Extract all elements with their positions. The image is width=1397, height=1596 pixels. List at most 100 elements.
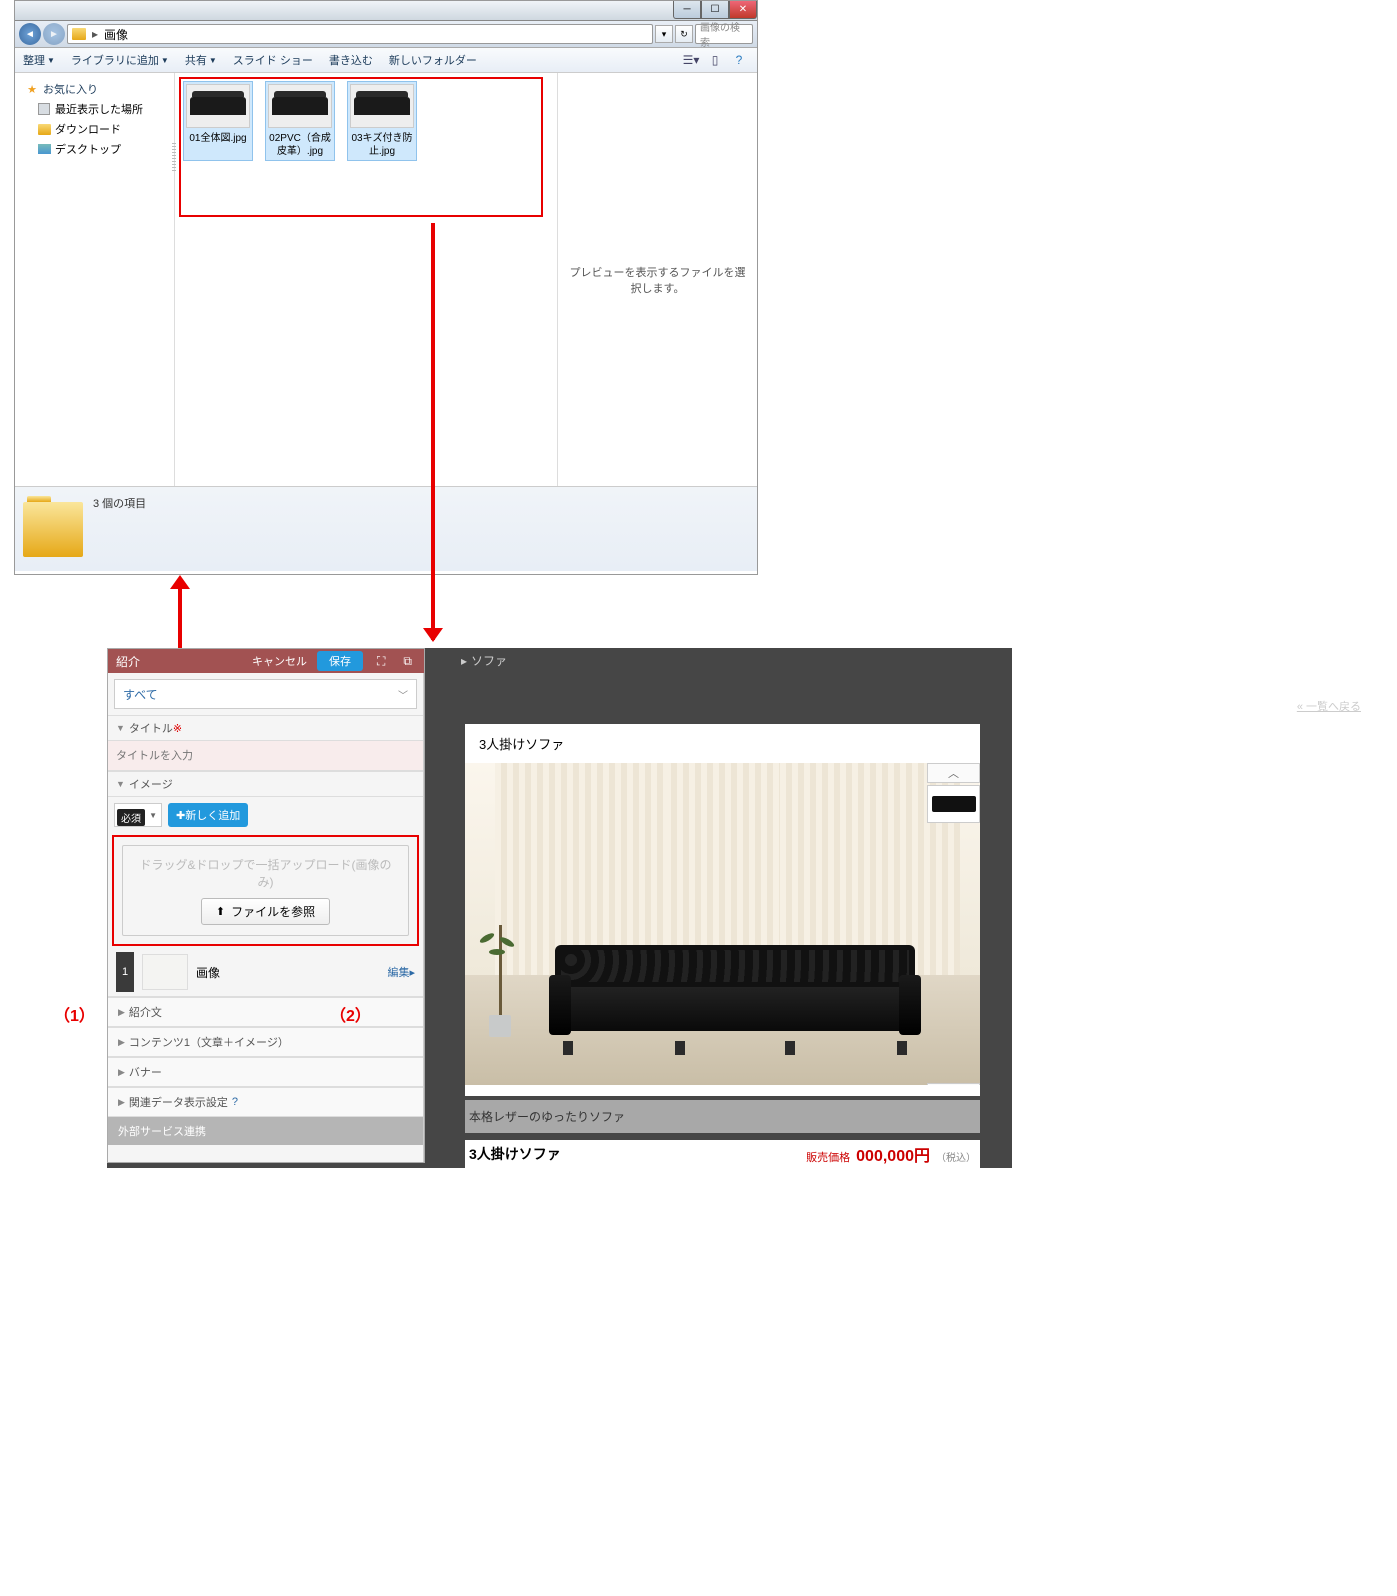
file-item[interactable]: 02PVC（合成皮革）.jpg <box>265 81 335 161</box>
title-section-header[interactable]: ▼ タイトル ※ <box>108 715 423 741</box>
file-thumbnail <box>350 84 414 128</box>
share-menu[interactable]: 共有▼ <box>185 52 217 68</box>
nav-forward-button[interactable]: ► <box>43 23 65 45</box>
browse-files-button[interactable]: ⬆ ファイルを参照 <box>201 898 330 925</box>
preview-pane-button[interactable]: ▯ <box>705 51 725 69</box>
contents1-section[interactable]: ▶コンテンツ1（文章＋イメージ） <box>108 1027 423 1057</box>
cancel-button[interactable]: キャンセル <box>252 653 307 669</box>
help-button[interactable]: ? <box>729 51 749 69</box>
title-input[interactable] <box>108 741 423 771</box>
image-section-header[interactable]: ▼ イメージ <box>108 771 423 797</box>
dropdown-label: すべて <box>123 686 158 703</box>
product-card: 3人掛けソファ ︿ ﹀ <box>465 724 980 1096</box>
image-list-item[interactable]: 1 画像 編集▸ <box>108 948 423 997</box>
nav-back-button[interactable]: ◄ <box>19 23 41 45</box>
item-number: 1 <box>116 952 134 992</box>
sidebar-label: お気に入り <box>43 81 98 97</box>
organize-menu[interactable]: 整理▼ <box>23 52 55 68</box>
refresh-button[interactable]: ↻ <box>675 25 693 43</box>
sidebar-label: デスクトップ <box>55 141 121 157</box>
edit-panel: 紹介 キャンセル 保存 ⛶ ⧉ すべて ﹀ ▼ タイトル ※ ▼ イメージ 画像… <box>107 648 425 1163</box>
filter-dropdown[interactable]: すべて ﹀ <box>114 679 417 709</box>
plant-decoration <box>485 925 515 1045</box>
sidebar-downloads[interactable]: ダウンロード <box>19 119 170 139</box>
sidebar: ★ お気に入り 最近表示した場所 ダウンロード デスクトップ <box>15 73 175 486</box>
triangle-right-icon: ▶ <box>118 1007 125 1018</box>
status-bar: 3 個の項目 <box>15 486 757 571</box>
required-badge: 必須 <box>117 809 145 826</box>
file-item[interactable]: 03キズ付き防止.jpg <box>347 81 417 161</box>
folder-icon <box>37 122 51 136</box>
required-mark: ※ <box>173 722 182 735</box>
related-section[interactable]: ▶関連データ表示設定? <box>108 1087 423 1117</box>
history-dropdown-button[interactable]: ▾ <box>655 25 673 43</box>
edit-link[interactable]: 編集▸ <box>387 964 415 980</box>
triangle-down-icon: ▼ <box>116 723 125 733</box>
file-thumbnail <box>268 84 332 128</box>
chevron-down-icon: ﹀ <box>398 687 408 702</box>
thumb-next-button[interactable]: ﹀ <box>927 1083 980 1085</box>
address-bar: ◄ ► ▸ 画像 ▾ ↻ 画像の検索 <box>15 21 757 48</box>
slideshow-button[interactable]: スライド ショー <box>233 52 313 68</box>
help-icon[interactable]: ? <box>232 1096 238 1108</box>
maximize-button[interactable]: ☐ <box>701 1 729 19</box>
desktop-icon <box>37 142 51 156</box>
price-label: 販売価格 <box>806 1149 850 1165</box>
sidebar-recent[interactable]: 最近表示した場所 <box>19 99 170 119</box>
back-to-list-link[interactable]: « 一覧へ戻る <box>1297 698 1361 714</box>
titlebar: ─ ☐ ✕ <box>15 1 757 21</box>
arrow-down-icon <box>423 628 443 642</box>
folder-icon <box>72 28 86 40</box>
sidebar-label: 最近表示した場所 <box>55 101 143 117</box>
product-row: 3人掛けソファ 販売価格 000,000円 （税込） <box>465 1140 980 1168</box>
annotation-box: ドラッグ&ドロップで一括アップロード(画像のみ) ⬆ ファイルを参照 <box>112 835 419 946</box>
file-name: 03キズ付き防止.jpg <box>350 132 414 158</box>
new-folder-button[interactable]: 新しいフォルダー <box>389 52 477 68</box>
annotation-1: （1） <box>54 1002 95 1026</box>
dropzone-text: ドラッグ&ドロップで一括アップロード(画像のみ) <box>133 856 398 890</box>
explorer-window: ─ ☐ ✕ ◄ ► ▸ 画像 ▾ ↻ 画像の検索 整理▼ ライブラリに追加▼ 共… <box>14 0 758 575</box>
view-options-button[interactable]: ☰▾ <box>681 51 701 69</box>
breadcrumb[interactable]: ▸ 画像 <box>67 24 653 44</box>
sidebar-favorites[interactable]: ★ お気に入り <box>19 79 170 99</box>
star-icon: ★ <box>25 82 39 96</box>
add-to-library-menu[interactable]: ライブラリに追加▼ <box>71 52 169 68</box>
minimize-button[interactable]: ─ <box>673 1 701 19</box>
file-name: 02PVC（合成皮革）.jpg <box>268 132 332 158</box>
arrow-up-icon <box>170 575 190 589</box>
intro-section[interactable]: ▶紹介文 <box>108 997 423 1027</box>
product-title: 3人掛けソファ <box>465 724 980 763</box>
sidebar-label: ダウンロード <box>55 121 121 137</box>
sidebar-desktop[interactable]: デスクトップ <box>19 139 170 159</box>
recent-icon <box>37 102 51 116</box>
search-input[interactable]: 画像の検索 <box>695 24 753 44</box>
preview-pane: プレビューを表示するファイルを選択します。 <box>557 73 757 486</box>
status-text: 3 個の項目 <box>93 495 146 511</box>
external-section[interactable]: 外部サービス連携 <box>108 1117 423 1145</box>
product-name: 3人掛けソファ <box>469 1144 561 1164</box>
banner-section[interactable]: ▶バナー <box>108 1057 423 1087</box>
files-area[interactable]: 01全体図.jpg 02PVC（合成皮革）.jpg 03キズ付き防止.jpg <box>175 73 557 486</box>
file-name: 01全体図.jpg <box>186 132 250 145</box>
thumb-prev-button[interactable]: ︿ <box>927 763 980 783</box>
close-button[interactable]: ✕ <box>729 1 757 19</box>
breadcrumb-label: 画像 <box>104 26 128 43</box>
toolbar: 整理▼ ライブラリに追加▼ 共有▼ スライド ショー 書き込む 新しいフォルダー… <box>15 48 757 73</box>
triangle-right-icon: ▶ <box>118 1067 125 1078</box>
item-thumbnail <box>142 954 188 990</box>
thumbnail[interactable] <box>927 785 980 823</box>
expand-icon[interactable]: ⛶ <box>373 654 389 669</box>
add-new-button[interactable]: ✚ 新しく追加 <box>168 803 248 827</box>
section-label: イメージ <box>129 776 173 792</box>
chevron-right-icon[interactable]: ▸ <box>90 27 100 41</box>
dropzone[interactable]: ドラッグ&ドロップで一括アップロード(画像のみ) ⬆ ファイルを参照 <box>122 845 409 936</box>
copy-icon[interactable]: ⧉ <box>399 654 416 669</box>
product-image: ︿ ﹀ <box>465 763 980 1085</box>
file-item[interactable]: 01全体図.jpg <box>183 81 253 161</box>
save-button[interactable]: 保存 <box>317 651 363 671</box>
section-label: タイトル <box>129 720 173 736</box>
burn-button[interactable]: 書き込む <box>329 52 373 68</box>
folder-icon <box>23 502 83 557</box>
panel-title: 紹介 <box>116 653 140 670</box>
triangle-right-icon: ▶ <box>118 1097 125 1108</box>
